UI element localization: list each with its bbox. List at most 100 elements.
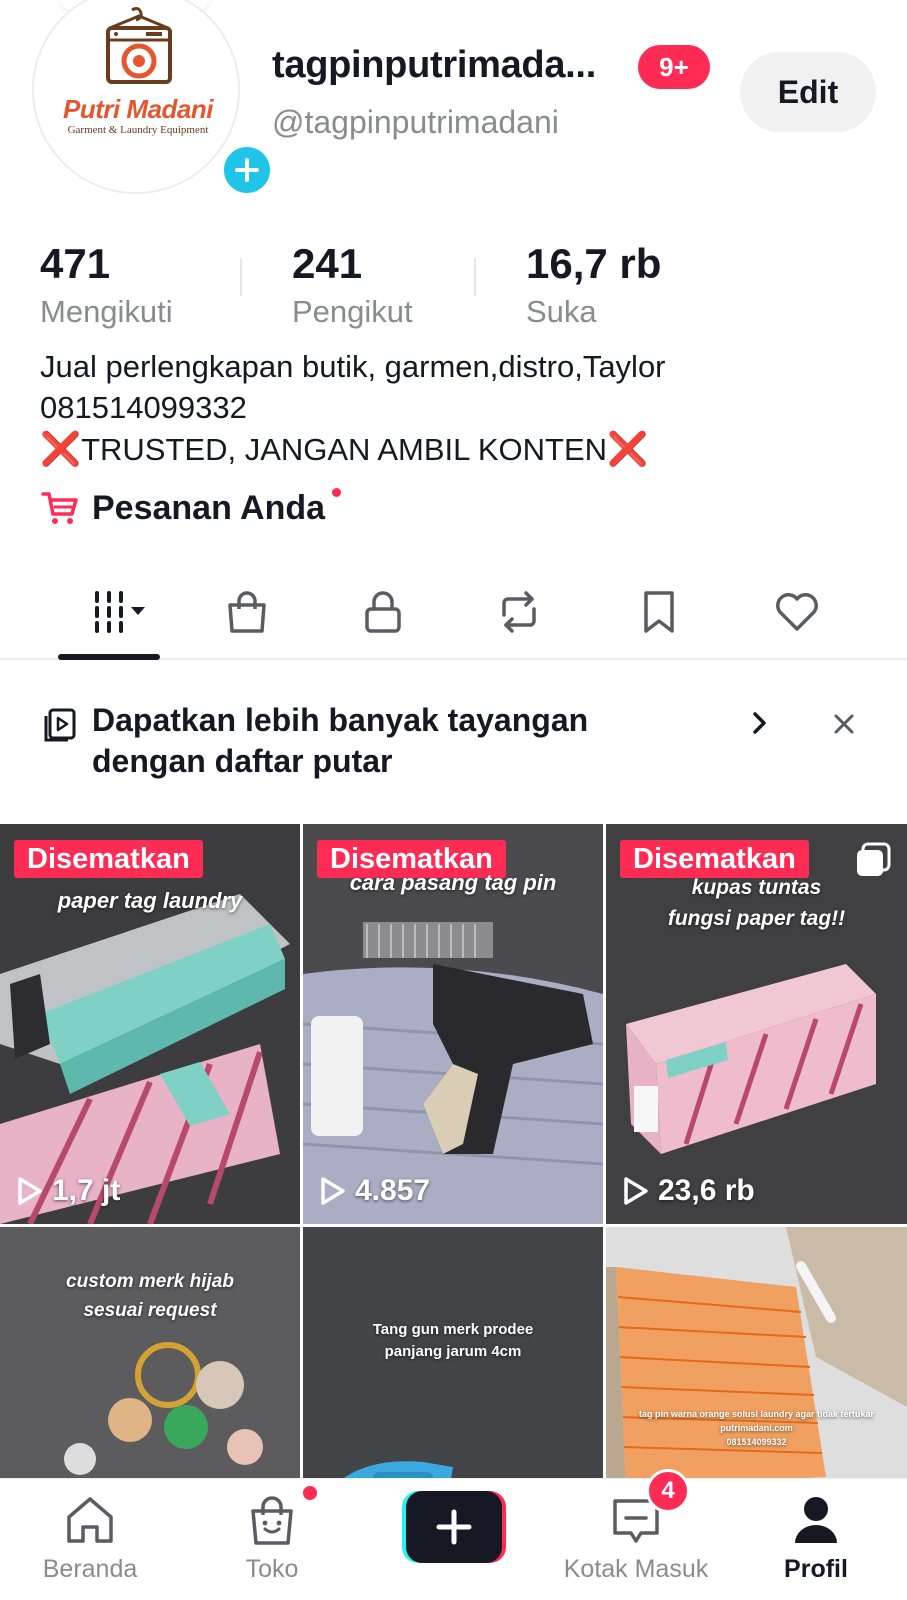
bio-line: ❌TRUSTED, JANGAN AMBIL KONTEN❌ xyxy=(40,428,666,470)
create-button[interactable] xyxy=(402,1491,506,1563)
plus-icon xyxy=(235,158,259,182)
repost-icon xyxy=(502,591,536,633)
active-tab-indicator xyxy=(58,654,160,660)
nav-home[interactable]: Beranda xyxy=(0,1489,180,1584)
stat-likes[interactable]: 16,7 rb Suka xyxy=(526,240,661,330)
brand-subtitle: Garment & Laundry Equipment xyxy=(67,124,209,136)
play-icon xyxy=(321,1177,345,1205)
chevron-right-icon[interactable] xyxy=(742,706,776,740)
tab-liked[interactable] xyxy=(762,582,832,642)
video-thumbnail[interactable]: Disematkan paper tag laundry 1,7 jt xyxy=(0,824,300,1224)
notification-badge[interactable]: 9+ xyxy=(638,45,710,89)
inbox-count-badge: 4 xyxy=(646,1469,690,1513)
video-caption: kupas tuntas fungsi paper tag!! xyxy=(606,872,907,934)
stat-label: Pengikut xyxy=(292,294,413,329)
bio-warning-text: TRUSTED, JANGAN AMBIL KONTEN xyxy=(81,432,608,467)
profile-person-icon xyxy=(795,1497,837,1543)
bio-line: Jual perlengkapan butik, garmen,distro,T… xyxy=(40,349,666,384)
view-count: 4.857 xyxy=(319,1174,430,1208)
cross-mark-icon: ❌ xyxy=(607,430,649,467)
tab-private[interactable] xyxy=(348,582,418,642)
shop-bag-icon xyxy=(228,591,266,633)
stat-label: Suka xyxy=(526,294,597,329)
video-thumbnail[interactable]: Disematkan cara pasang tag pin 4.857 xyxy=(303,824,603,1224)
plus-icon xyxy=(436,1509,472,1545)
caption-line: 081514099332 xyxy=(726,1437,787,1447)
shop-bag-icon xyxy=(251,1496,293,1545)
caption-line: putrimadani.com xyxy=(720,1423,793,1433)
video-caption: tag pin warna orange solusi laundry agar… xyxy=(606,1407,907,1449)
video-thumbnail[interactable]: Disematkan kupas tuntas fungsi paper tag… xyxy=(606,824,907,1224)
video-caption: custom merk hijab sesuai request xyxy=(0,1267,300,1325)
video-caption: cara pasang tag pin xyxy=(349,870,557,895)
playlist-icon xyxy=(44,708,76,742)
shopping-cart-icon xyxy=(41,492,78,524)
video-thumbnail[interactable]: Tang gun merk prodee panjang jarum 4cm xyxy=(303,1227,603,1478)
profile-username: tagpinputrimada... xyxy=(272,44,596,86)
create-button-face xyxy=(406,1491,502,1563)
view-count-value: 23,6 rb xyxy=(658,1174,755,1207)
tab-videos[interactable] xyxy=(78,582,160,642)
caption-line: panjang jarum 4cm xyxy=(384,1343,522,1360)
shop-notification-dot xyxy=(300,1483,320,1503)
view-count-value: 4.857 xyxy=(355,1174,431,1207)
play-icon xyxy=(18,1177,42,1205)
profile-avatar-area[interactable]: Putri Madani Garment & Laundry Equipment xyxy=(32,0,274,197)
tab-reposts[interactable] xyxy=(484,582,554,642)
video-thumbnail[interactable]: tag pin warna orange solusi laundry agar… xyxy=(606,1227,907,1478)
nav-home-label: Beranda xyxy=(42,1555,138,1583)
nav-inbox[interactable]: Kotak Masuk xyxy=(546,1489,726,1584)
brand-name: Putri Madani xyxy=(62,94,214,124)
avatar[interactable]: Putri Madani Garment & Laundry Equipment xyxy=(32,0,240,194)
caption-line: tag pin warna orange solusi laundry agar… xyxy=(638,1409,875,1419)
home-icon xyxy=(67,1497,113,1543)
stat-value: 16,7 rb xyxy=(526,240,662,287)
nav-shop[interactable]: Toko xyxy=(182,1489,362,1584)
nav-profile[interactable]: Profil xyxy=(726,1489,906,1584)
thumbnail-image xyxy=(0,1227,300,1478)
close-icon[interactable] xyxy=(828,708,860,740)
lock-icon xyxy=(365,591,401,633)
stat-following[interactable]: 471 Mengikuti xyxy=(40,240,173,330)
bio-phone: 081514099332 xyxy=(40,390,247,425)
stat-followers[interactable]: 241 Pengikut xyxy=(292,240,413,330)
edit-profile-button[interactable]: Edit xyxy=(740,52,876,132)
nav-inbox-label: Kotak Masuk xyxy=(563,1555,709,1583)
nav-shop-label: Toko xyxy=(245,1555,299,1583)
playlist-promo-text: Dapatkan lebih banyak tayangan dengan da… xyxy=(92,702,589,779)
profile-tab-bar xyxy=(0,568,907,660)
heart-icon xyxy=(776,593,818,631)
profile-bio: Jual perlengkapan butik, garmen,distro,T… xyxy=(40,346,666,470)
view-count-value: 1,7 jt xyxy=(52,1174,121,1207)
your-orders-link[interactable]: Pesanan Anda xyxy=(40,488,341,528)
profile-handle: @tagpinputrimadani xyxy=(272,104,559,140)
thumbnail-image xyxy=(0,824,300,1224)
caption-line: kupas tuntas xyxy=(691,876,822,899)
pinned-badge: Disematkan xyxy=(14,840,203,878)
stat-value: 471 xyxy=(40,240,111,287)
nav-profile-label: Profil xyxy=(784,1555,848,1583)
caption-line: fungsi paper tag!! xyxy=(667,907,846,930)
video-grid: Disematkan paper tag laundry 1,7 jt Dise… xyxy=(0,824,907,1478)
caption-line: sesuai request xyxy=(83,1300,217,1321)
video-caption: paper tag laundry xyxy=(57,888,243,913)
tab-favorites[interactable] xyxy=(624,582,694,642)
stat-divider xyxy=(240,258,242,296)
cross-mark-icon: ❌ xyxy=(40,430,82,467)
caption-line: Tang gun merk prodee xyxy=(372,1321,534,1338)
playlist-promo-banner[interactable]: Dapatkan lebih banyak tayangan dengan da… xyxy=(0,662,907,822)
view-count: 23,6 rb xyxy=(622,1174,755,1208)
video-caption: Tang gun merk prodee panjang jarum 4cm xyxy=(303,1319,603,1363)
stat-label: Mengikuti xyxy=(40,294,173,329)
stat-value: 241 xyxy=(292,240,363,287)
orders-notification-dot xyxy=(332,488,341,497)
view-count: 1,7 jt xyxy=(16,1174,120,1208)
tab-shop[interactable] xyxy=(212,582,282,642)
videos-grid-icon xyxy=(95,591,145,633)
stat-divider xyxy=(474,258,476,296)
play-icon xyxy=(624,1177,648,1205)
bookmark-icon xyxy=(644,591,674,633)
bottom-navigation: Beranda Toko Kotak Masuk 4 Profil xyxy=(0,1469,907,1600)
video-thumbnail[interactable]: custom merk hijab sesuai request xyxy=(0,1227,300,1478)
add-story-button[interactable] xyxy=(220,143,274,197)
